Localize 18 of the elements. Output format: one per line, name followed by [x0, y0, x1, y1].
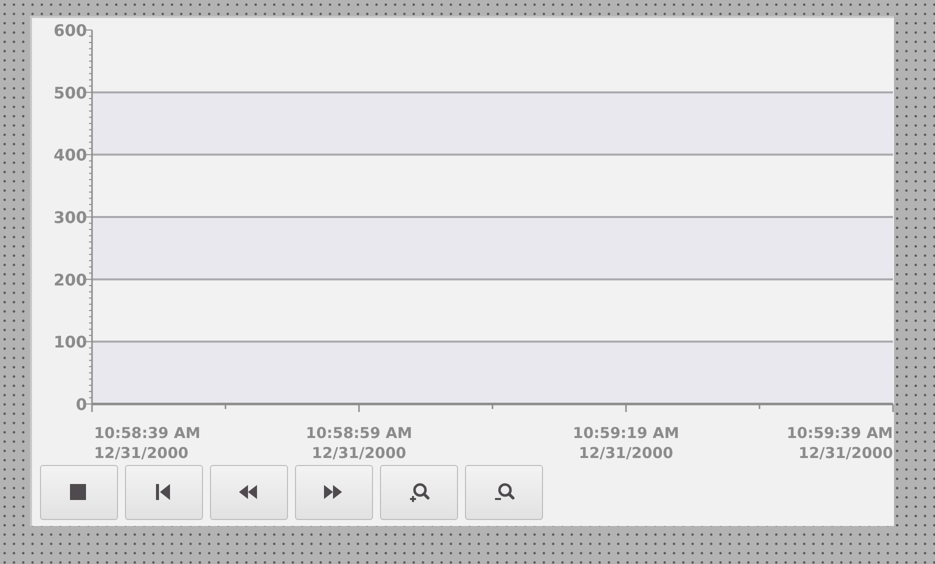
- axis-label: 500: [54, 83, 87, 102]
- axis-label: 200: [54, 270, 87, 290]
- axis-label: 10:58:59 AM 12/31/2000: [306, 424, 412, 462]
- zoom-in-icon: [408, 482, 430, 504]
- axis-label: 10:58:39 AM 12/31/2000: [94, 424, 200, 462]
- axis-label: 0: [76, 395, 87, 414]
- zoom-in-button[interactable]: [380, 465, 458, 520]
- axis-label: 600: [54, 21, 87, 40]
- rewind-button[interactable]: [210, 465, 288, 520]
- axis-label: 300: [54, 208, 87, 227]
- stop-button[interactable]: [40, 465, 118, 520]
- axis-label: 10:59:19 AM 12/31/2000: [572, 424, 680, 462]
- fast-forward-button[interactable]: [295, 465, 373, 520]
- axis-label: 10:59:39 AM 12/31/2000: [786, 424, 893, 462]
- skip-back-button[interactable]: [125, 465, 203, 520]
- axis-label: 400: [54, 146, 87, 165]
- zoom-out-button[interactable]: [465, 465, 543, 520]
- axis-label: 100: [54, 332, 87, 352]
